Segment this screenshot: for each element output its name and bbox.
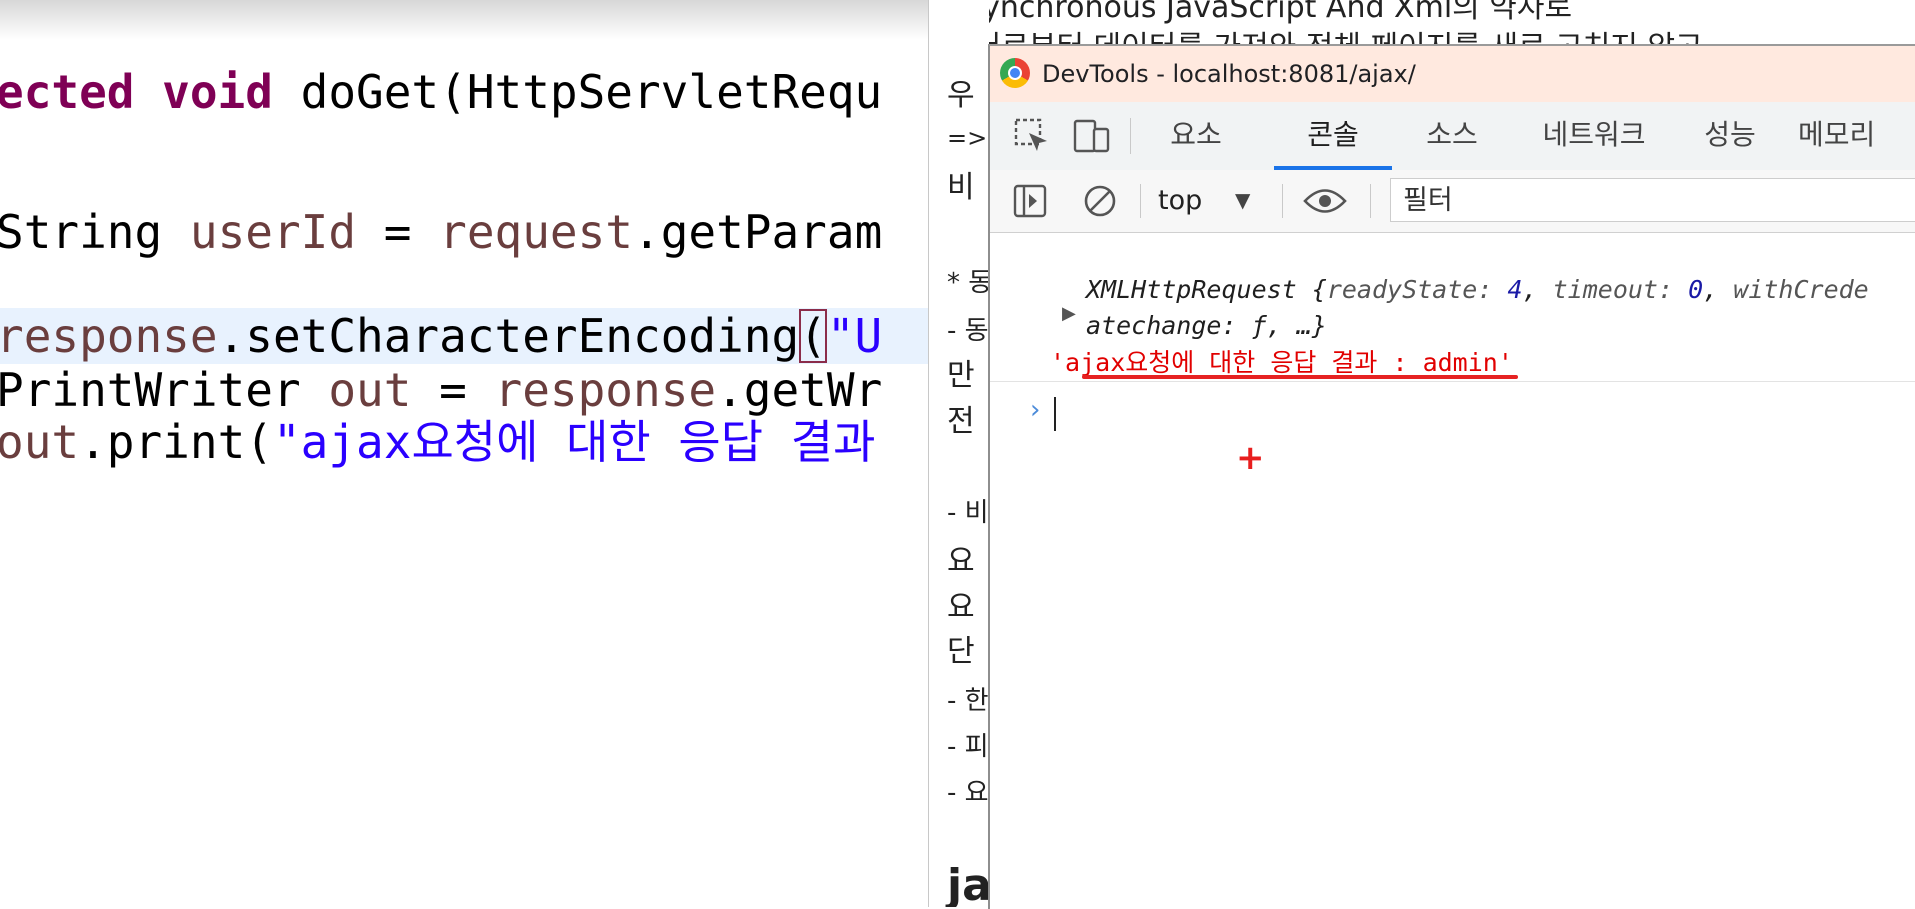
- toolbar-divider: [1140, 184, 1141, 218]
- xhr-object-name: XMLHttpRequest: [1086, 275, 1297, 304]
- editor-top-fade: [0, 0, 928, 40]
- doc-fragment: - 피: [947, 732, 989, 762]
- doc-fragment: ja: [947, 860, 989, 907]
- code-line-printwriter[interactable]: PrintWriter out = response.getWr: [0, 362, 882, 418]
- xhr-prop-key: timeout: [1552, 275, 1658, 304]
- code-token: String: [0, 205, 190, 259]
- console-prompt-icon: ›: [1030, 395, 1041, 425]
- code-token: response: [494, 363, 717, 417]
- xhr-prop-colon: :: [1477, 275, 1508, 304]
- inspect-element-icon[interactable]: [1008, 102, 1056, 170]
- background-doc-header: Asynchronous JavaScript And Xml의 약자로 서버로…: [946, 0, 1915, 44]
- code-token: .getWr: [716, 363, 883, 417]
- xhr-prop-key: withCrede: [1733, 275, 1869, 304]
- console-log-message: 'ajax요청에 대한 응답 결과 : admin': [1050, 348, 1513, 377]
- console-toolbar: top ▼ 필터: [990, 170, 1915, 233]
- console-input-caret[interactable]: [1054, 397, 1056, 431]
- doc-fragment: * 동: [947, 268, 989, 298]
- code-token: request: [439, 205, 634, 259]
- chevron-down-icon[interactable]: ▼: [1235, 170, 1250, 232]
- crosshair-cursor-icon: +: [1236, 438, 1265, 478]
- tab-console[interactable]: 콘솔: [1274, 102, 1392, 170]
- code-token: response: [0, 309, 218, 363]
- devtools-window-title: DevTools - localhost:8081/ajax/: [1042, 60, 1416, 88]
- doc-fragment: 요: [947, 544, 975, 579]
- console-output[interactable]: ▶ XMLHttpRequest {readyState: 4, timeout…: [990, 233, 1915, 909]
- code-token: .setCharacterEncoding: [217, 309, 800, 363]
- clear-console-icon[interactable]: [1078, 170, 1122, 232]
- code-line-doget[interactable]: ected void doGet(HttpServletRequ: [0, 64, 882, 120]
- code-token: "ajax요청에 대한 응답 결과: [272, 415, 876, 469]
- chrome-logo-icon: [1000, 58, 1030, 88]
- doc-fragment: 우: [947, 78, 975, 113]
- devtools-tab-bar: 요소 콘솔 소스 네트워크 성능 메모리: [990, 102, 1915, 171]
- xhr-prop-value: 4: [1507, 275, 1523, 304]
- doc-line-2: 서버로부터 데이터를 가져와 전체 페이지를 새로 고치지 않고: [946, 22, 1703, 44]
- xhr-prop-colon: :: [1657, 275, 1689, 304]
- toolbar-divider: [1130, 118, 1131, 154]
- code-token: .getParam: [633, 205, 883, 259]
- device-toolbar-icon[interactable]: [1068, 102, 1116, 170]
- expand-triangle-icon[interactable]: ▶: [1062, 303, 1076, 324]
- doc-fragment: 요: [947, 590, 975, 625]
- doc-fragment: 전: [947, 404, 975, 439]
- devtools-titlebar[interactable]: DevTools - localhost:8081/ajax/: [990, 46, 1915, 102]
- tab-network[interactable]: 네트워크: [1524, 102, 1664, 170]
- xhr-prop-value: 0: [1688, 275, 1704, 304]
- tab-performance[interactable]: 성능: [1692, 102, 1768, 170]
- xhr-object-preview[interactable]: XMLHttpRequest {readyState: 4, timeout: …: [1086, 275, 1869, 304]
- code-line-set-encoding[interactable]: response.setCharacterEncoding("U: [0, 308, 928, 364]
- tab-sources[interactable]: 소스: [1404, 102, 1500, 170]
- sidebar-toggle-icon[interactable]: [1008, 170, 1052, 232]
- code-token: =: [411, 363, 495, 417]
- code-token: userId: [189, 205, 357, 259]
- doc-fragment: - 요: [947, 778, 989, 808]
- live-expression-eye-icon[interactable]: [1300, 170, 1350, 232]
- toolbar-divider: [1282, 184, 1283, 218]
- xhr-object-preview-continued: atechange: ƒ, …}: [1086, 311, 1327, 340]
- toolbar-divider: [1370, 184, 1371, 218]
- doc-fragment: 단: [947, 634, 975, 669]
- xhr-prop-key: readyState: [1326, 275, 1478, 304]
- devtools-window: DevTools - localhost:8081/ajax/ 요소 콘솔 소스…: [988, 44, 1915, 909]
- doc-fragment: 비: [947, 170, 975, 205]
- doc-fragment: - 한: [947, 686, 989, 716]
- doc-fragment: - 동: [947, 316, 989, 346]
- code-token: doGet(HttpServletRequ: [300, 65, 883, 119]
- code-token: out: [0, 415, 80, 469]
- code-token: (: [799, 309, 827, 363]
- tab-elements[interactable]: 요소: [1158, 102, 1234, 170]
- code-editor[interactable]: ected void doGet(HttpServletRequ String …: [0, 0, 928, 907]
- code-token: .print(: [79, 415, 273, 469]
- code-line-userid[interactable]: String userId = request.getParam: [0, 204, 882, 260]
- code-line-print[interactable]: out.print("ajax요청에 대한 응답 결과: [0, 414, 875, 470]
- code-token: out: [328, 363, 412, 417]
- code-token: ected: [0, 65, 163, 119]
- doc-fragment: =>: [947, 124, 988, 152]
- tab-memory[interactable]: 메모리: [1798, 102, 1915, 170]
- background-doc-strip: 우 => 비 * 동 - 동 만 전 - 비 요 요 단 - 한 - 피 - 요…: [928, 0, 989, 907]
- code-token: "U: [826, 309, 883, 363]
- code-token: =: [356, 205, 440, 259]
- js-context-selector[interactable]: top: [1158, 170, 1202, 232]
- annotation-underline: [1082, 375, 1518, 379]
- code-token: void: [162, 65, 301, 119]
- doc-fragment: 만: [947, 358, 975, 393]
- code-token: PrintWriter: [0, 363, 329, 417]
- doc-fragment: - 비: [947, 498, 989, 528]
- console-filter-input[interactable]: 필터: [1390, 178, 1915, 222]
